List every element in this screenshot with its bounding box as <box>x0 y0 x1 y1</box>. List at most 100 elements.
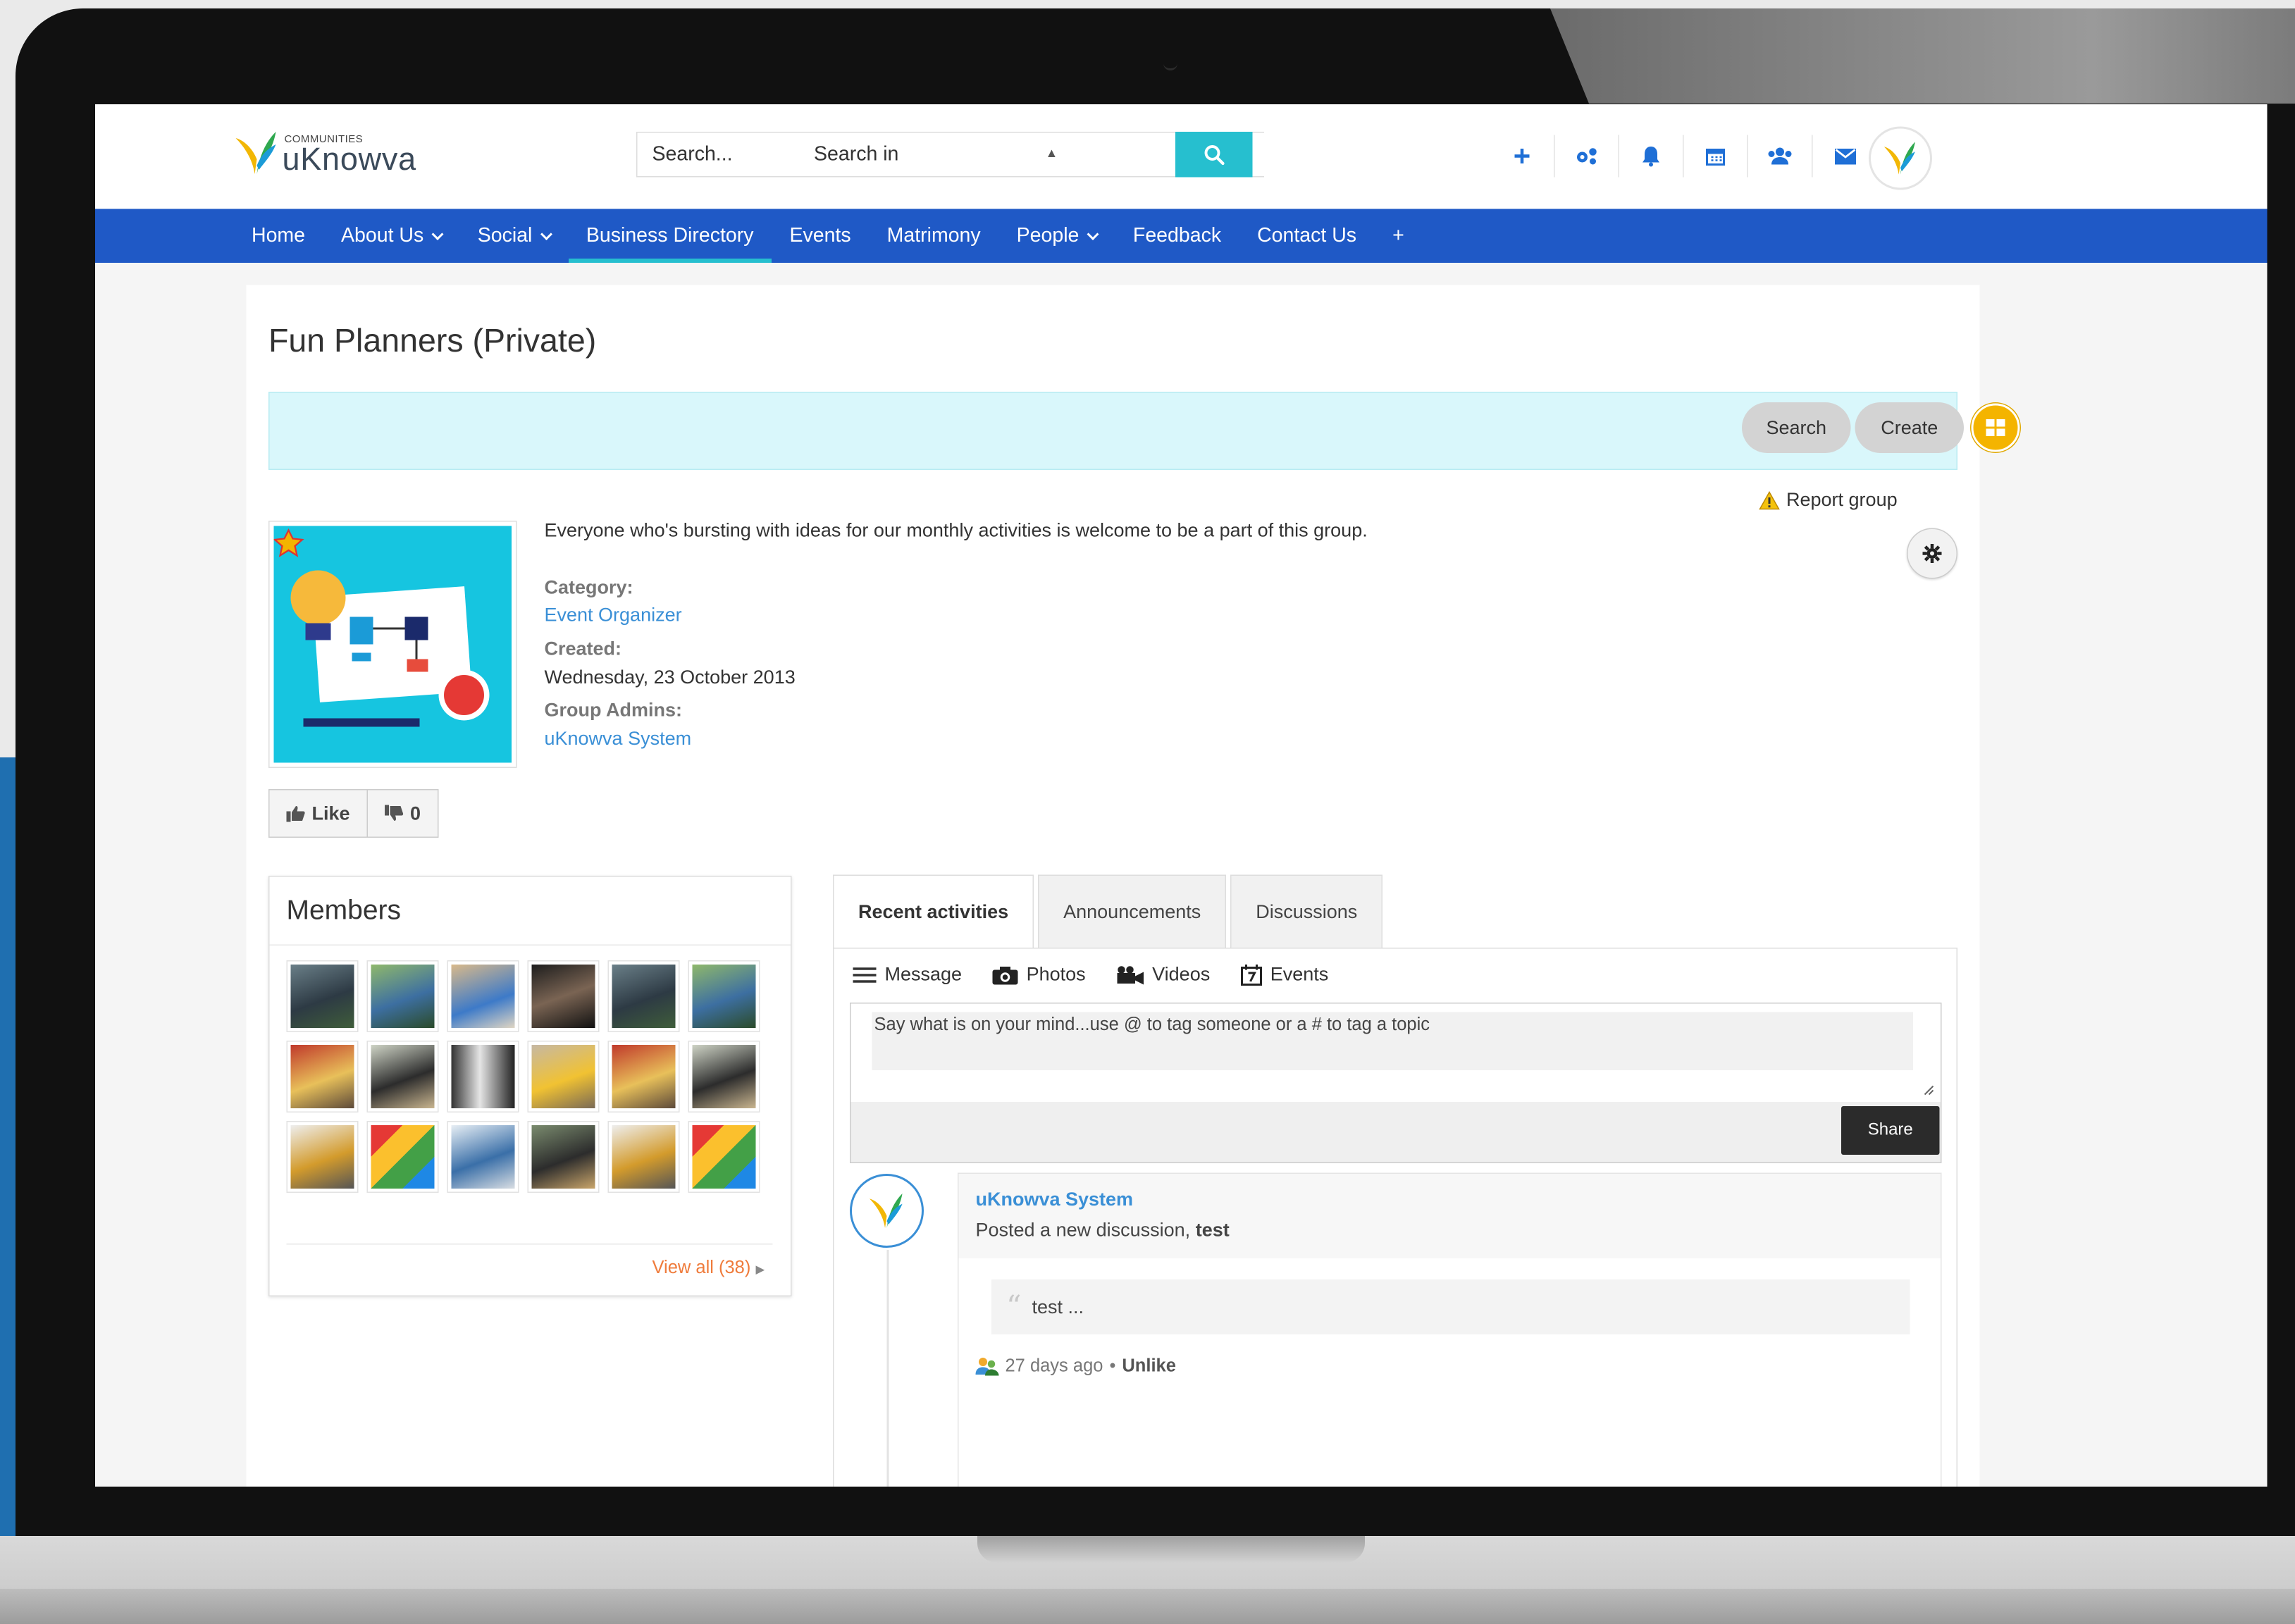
video-camera-icon <box>1117 965 1144 984</box>
nav-label: + <box>1392 224 1404 247</box>
nav-item-feedback[interactable]: Feedback <box>1115 209 1239 264</box>
group-settings-button[interactable] <box>1907 528 1957 579</box>
member-avatar[interactable] <box>447 1121 519 1193</box>
nav-item-matrimony[interactable]: Matrimony <box>869 209 998 264</box>
search-scope-select[interactable]: Search in ▲ <box>814 132 1089 178</box>
resize-handle-icon[interactable] <box>1922 1083 1934 1096</box>
search-scope-label: Search in <box>814 142 899 166</box>
composer-tab-photos[interactable]: Photos <box>992 963 1086 986</box>
dislike-count: 0 <box>410 802 421 824</box>
composer-tab-label: Message <box>884 963 963 985</box>
plus-icon <box>1514 149 1530 163</box>
groups-button[interactable] <box>1748 135 1813 178</box>
search-icon <box>1204 144 1224 165</box>
events-button[interactable] <box>1684 135 1748 178</box>
activity-target-link[interactable]: test <box>1196 1220 1230 1241</box>
status-placeholder: Say what is on your mind...use @ to tag … <box>872 1012 1913 1070</box>
meta-separator: • <box>1109 1356 1116 1376</box>
search-button[interactable]: Search <box>1742 402 1851 453</box>
composer-tab-events[interactable]: Events <box>1240 964 1328 986</box>
gear-icon <box>1922 544 1942 563</box>
laptop-base-edge <box>0 1589 2295 1624</box>
composer-tab-message[interactable]: Message <box>853 963 963 986</box>
chevron-down-icon <box>540 228 552 240</box>
divider <box>286 1244 773 1245</box>
menu-lines-icon <box>853 967 877 983</box>
nav-item-about-us[interactable]: About Us <box>323 209 460 264</box>
nav-item-contact-us[interactable]: Contact Us <box>1239 209 1375 264</box>
member-avatar[interactable] <box>286 1121 359 1193</box>
composer-tab-videos[interactable]: Videos <box>1116 964 1210 986</box>
member-avatar[interactable] <box>366 960 439 1032</box>
activity-quote: “ test ... <box>991 1279 1910 1334</box>
logo-text: uKnowva <box>282 142 416 178</box>
nav-item-people[interactable]: People <box>998 209 1115 264</box>
bell-icon <box>1643 147 1659 167</box>
member-avatar[interactable] <box>607 1041 680 1112</box>
view-all-members-link[interactable]: View all (38) ▶ <box>652 1258 765 1279</box>
search-button[interactable] <box>1175 132 1253 178</box>
screen: COMMUNITIES uKnowva Search... Search in … <box>95 104 2268 1487</box>
page-title: Fun Planners (Private) <box>268 322 597 359</box>
member-avatar[interactable] <box>286 1041 359 1112</box>
tab-recent-activities[interactable]: Recent activities <box>833 874 1034 949</box>
nav-item-events[interactable]: Events <box>772 209 869 264</box>
composer-tab-label: Photos <box>1026 963 1086 985</box>
member-avatar[interactable] <box>688 1041 760 1112</box>
member-avatar[interactable] <box>527 1121 600 1193</box>
nav-label: Contact Us <box>1257 224 1357 247</box>
nav-item-more[interactable]: + <box>1375 209 1423 264</box>
notifications-button[interactable] <box>1619 135 1684 178</box>
user-avatar[interactable] <box>1869 126 1932 190</box>
bezel-reflection <box>1550 8 2295 104</box>
composer-tab-label: Videos <box>1152 963 1211 985</box>
member-avatar[interactable] <box>607 1121 680 1193</box>
create-button[interactable]: Create <box>1855 402 1964 453</box>
nav-item-social[interactable]: Social <box>459 209 568 264</box>
add-button[interactable] <box>1490 135 1555 178</box>
activity-panel: Message Photos Videos Events Say what is… <box>833 948 1957 1487</box>
group-admin-link[interactable]: uKnowva System <box>545 728 692 750</box>
nav-item-business-directory[interactable]: Business Directory <box>568 209 772 263</box>
nav-label: Business Directory <box>586 224 754 247</box>
nav-label: People <box>1016 224 1080 247</box>
layout-toggle-button[interactable] <box>1971 403 2020 452</box>
nav-item-home[interactable]: Home <box>234 209 323 264</box>
tab-announcements[interactable]: Announcements <box>1038 874 1227 949</box>
member-avatar[interactable] <box>286 960 359 1032</box>
grid-icon <box>1986 419 2005 436</box>
member-avatar[interactable] <box>688 960 760 1032</box>
report-group-link[interactable]: Report group <box>1759 489 1898 512</box>
tab-discussions[interactable]: Discussions <box>1230 874 1383 949</box>
member-avatar[interactable] <box>366 1121 439 1193</box>
category-label: Category: <box>544 576 633 598</box>
messages-button[interactable] <box>1813 135 1878 178</box>
member-avatar[interactable] <box>447 1041 519 1112</box>
member-avatar[interactable] <box>527 960 600 1032</box>
nav-label: Home <box>252 224 306 247</box>
share-button[interactable]: Share <box>1841 1106 1940 1155</box>
chevron-down-icon <box>1087 228 1099 240</box>
butterfly-logo-icon <box>1883 142 1915 175</box>
butterfly-logo-icon <box>235 132 276 174</box>
nav-label: About Us <box>341 224 424 247</box>
member-avatar[interactable] <box>527 1041 600 1112</box>
dislike-button[interactable]: 0 <box>366 790 438 837</box>
unlike-link[interactable]: Unlike <box>1122 1356 1176 1377</box>
like-label: Like <box>311 802 350 824</box>
timeline-line <box>886 1250 889 1487</box>
activity-meta: 27 days ago • Unlike <box>975 1356 1176 1377</box>
camera-icon <box>1163 56 1177 70</box>
group-illustration <box>273 526 512 763</box>
member-avatar[interactable] <box>607 960 680 1032</box>
category-link[interactable]: Event Organizer <box>545 605 682 627</box>
main-nav: Home About Us Social Business Directory … <box>95 209 2268 264</box>
status-textarea[interactable]: Say what is on your mind...use @ to tag … <box>850 1003 1942 1103</box>
member-avatar[interactable] <box>688 1121 760 1193</box>
feed-author-avatar[interactable] <box>850 1174 924 1248</box>
activity-author-link[interactable]: uKnowva System <box>976 1189 1134 1211</box>
member-avatar[interactable] <box>447 960 519 1032</box>
connections-button[interactable] <box>1555 135 1619 178</box>
member-avatar[interactable] <box>366 1041 439 1112</box>
like-button[interactable]: Like <box>270 791 367 837</box>
